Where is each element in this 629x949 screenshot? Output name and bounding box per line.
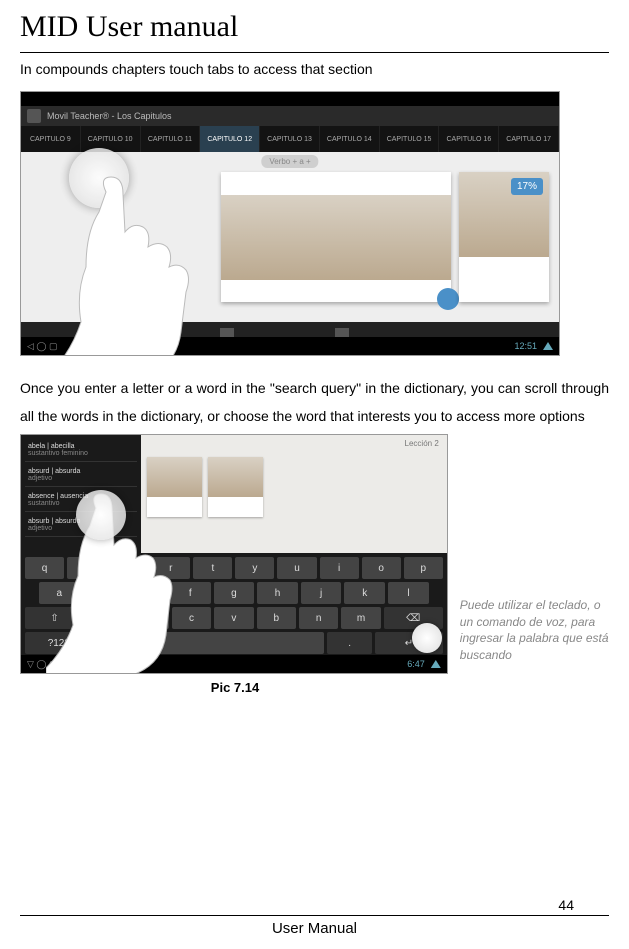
key-t[interactable]: t <box>193 557 232 579</box>
lesson-card-main[interactable] <box>221 172 451 302</box>
key-shift[interactable]: ⇧ <box>25 607 84 629</box>
figure-caption: Pic 7.14 <box>20 680 450 695</box>
wifi-icon <box>431 660 441 668</box>
tab-capitulo-9[interactable]: CAPITULO 9 <box>21 126 81 152</box>
key-h[interactable]: h <box>257 582 298 604</box>
page-footer: 44 User Manual <box>20 897 609 937</box>
nav-buttons[interactable]: ◁ ◯ ▢ <box>27 341 58 352</box>
key-u[interactable]: u <box>277 557 316 579</box>
key-c[interactable]: c <box>172 607 211 629</box>
example-card[interactable] <box>147 457 202 517</box>
key-x[interactable]: x <box>129 607 168 629</box>
tab-capitulo-11[interactable]: CAPITULO 11 <box>141 126 201 152</box>
clock-text: 12:51 <box>514 341 537 351</box>
list-item[interactable]: abela | abecillasustantivo feminino <box>25 439 137 462</box>
dictionary-detail-pane: Lección 2 <box>141 435 447 553</box>
key-l[interactable]: l <box>388 582 429 604</box>
tab-capitulo-17[interactable]: CAPITULO 17 <box>499 126 559 152</box>
progress-badge: 17% <box>511 178 543 195</box>
key-q[interactable]: q <box>25 557 64 579</box>
key-p[interactable]: p <box>404 557 443 579</box>
instruction-text-2: Once you enter a letter or a word in the… <box>20 374 609 430</box>
annotation-text: Puede utilizar el teclado, o un comando … <box>460 597 609 674</box>
key-n[interactable]: n <box>299 607 338 629</box>
android-navbar: ◁ ◯ ▢ 12:51 <box>21 337 559 355</box>
key-i[interactable]: i <box>320 557 359 579</box>
key-k[interactable]: k <box>344 582 385 604</box>
key-comma[interactable]: , <box>96 632 141 654</box>
footer-label: User Manual <box>20 920 609 937</box>
chapter-tabs-row: CAPITULO 9 CAPITULO 10 CAPITULO 11 CAPIT… <box>21 126 559 152</box>
key-z[interactable]: z <box>87 607 126 629</box>
key-g[interactable]: g <box>214 582 255 604</box>
tab-capitulo-12[interactable]: CAPITULO 12 <box>200 126 260 152</box>
example-card[interactable] <box>208 457 263 517</box>
onscreen-keyboard: q w e r t y u i o p a s d f g h j k l <box>21 553 447 657</box>
key-e[interactable]: e <box>109 557 148 579</box>
app-titlebar: Movil Teacher® - Los Capitulos <box>21 106 559 126</box>
tab-capitulo-14[interactable]: CAPITULO 14 <box>320 126 380 152</box>
list-item[interactable]: absurd | absurdaadjetivo <box>25 464 137 487</box>
screenshot-chapters: Movil Teacher® - Los Capitulos CAPITULO … <box>20 91 560 356</box>
key-symbols[interactable]: ?123 <box>25 632 93 654</box>
key-v[interactable]: v <box>214 607 253 629</box>
key-period[interactable]: . <box>327 632 372 654</box>
footer-rule <box>20 915 609 916</box>
key-o[interactable]: o <box>362 557 401 579</box>
lesson-label: Lección 2 <box>405 439 439 448</box>
mic-indicator-icon <box>412 623 442 653</box>
dictionary-wordlist[interactable]: abela | abecillasustantivo feminino absu… <box>21 435 141 553</box>
clock-text: 6:47 <box>407 659 425 669</box>
chapter-content-area: Verbo + a + 17% <box>21 152 559 322</box>
key-b[interactable]: b <box>257 607 296 629</box>
page-number: 44 <box>20 897 609 913</box>
tab-capitulo-15[interactable]: CAPITULO 15 <box>380 126 440 152</box>
key-j[interactable]: j <box>301 582 342 604</box>
lesson-card-next[interactable]: 17% <box>459 172 549 302</box>
screenshot-dictionary: abela | abecillasustantivo feminino absu… <box>20 434 448 674</box>
key-f[interactable]: f <box>170 582 211 604</box>
title-rule <box>20 52 609 53</box>
android-statusbar <box>21 92 559 106</box>
key-r[interactable]: r <box>151 557 190 579</box>
app-title-text: Movil Teacher® - Los Capitulos <box>47 111 172 121</box>
instruction-text-1: In compounds chapters touch tabs to acce… <box>20 61 609 77</box>
list-item[interactable]: absence | ausenciasustantivo <box>25 489 137 512</box>
key-space[interactable] <box>144 632 324 654</box>
key-a[interactable]: a <box>39 582 80 604</box>
app-icon <box>27 109 41 123</box>
list-item[interactable]: absurb | absurdoadjetivo <box>25 514 137 537</box>
key-s[interactable]: s <box>83 582 124 604</box>
ribbon-label: Verbo + a + <box>261 155 318 168</box>
wifi-icon <box>543 342 553 350</box>
document-title: MID User manual <box>20 10 609 44</box>
android-navbar: ▽ ◯ ▢ 6:47 <box>21 655 447 673</box>
key-y[interactable]: y <box>235 557 274 579</box>
key-w[interactable]: w <box>67 557 106 579</box>
lesson-thumbnail <box>221 195 451 280</box>
tab-capitulo-10[interactable]: CAPITULO 10 <box>81 126 141 152</box>
nav-buttons[interactable]: ▽ ◯ ▢ <box>27 659 58 670</box>
key-d[interactable]: d <box>126 582 167 604</box>
key-m[interactable]: m <box>341 607 380 629</box>
tab-capitulo-16[interactable]: CAPITULO 16 <box>439 126 499 152</box>
tab-capitulo-13[interactable]: CAPITULO 13 <box>260 126 320 152</box>
